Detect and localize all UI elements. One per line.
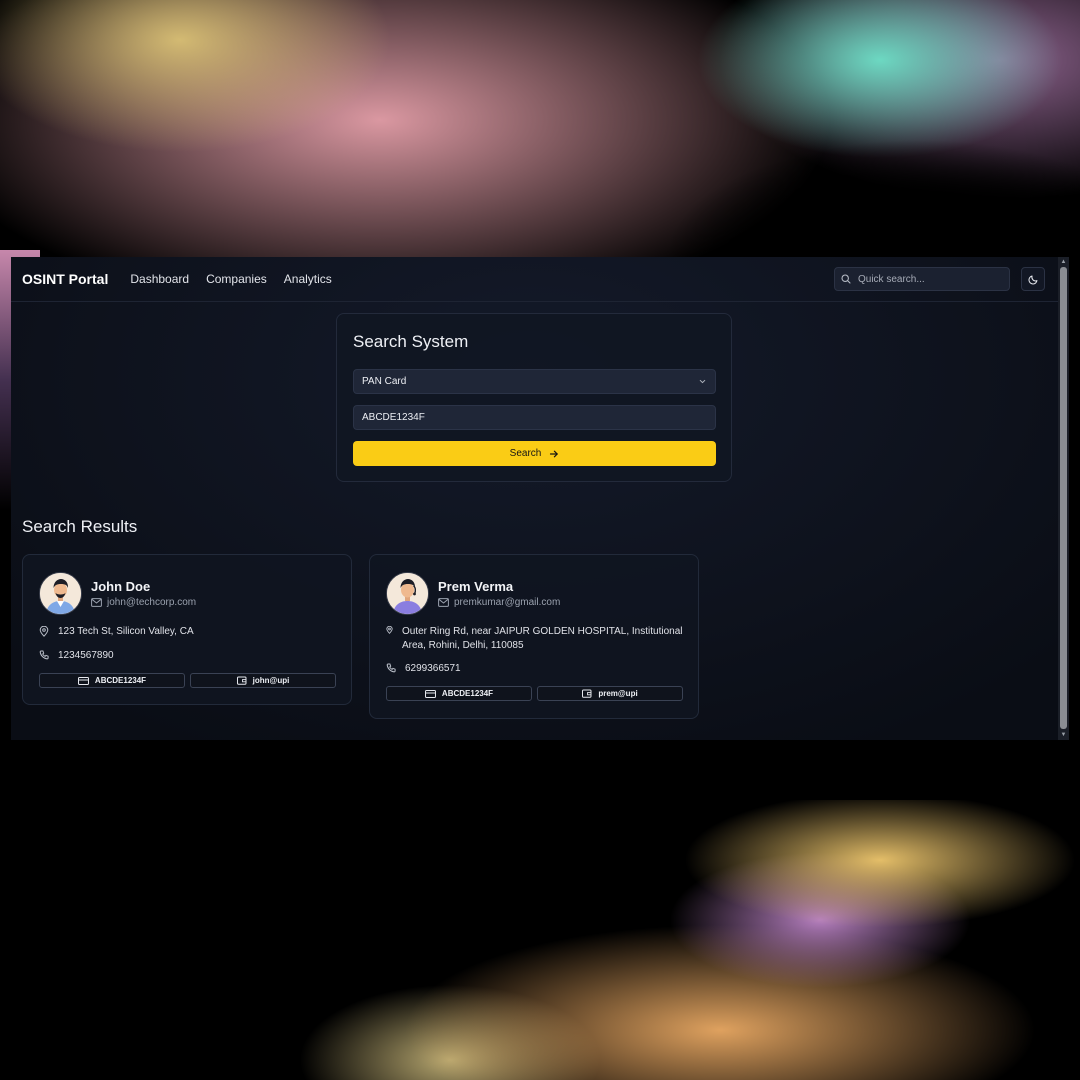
map-pin-icon xyxy=(386,626,393,634)
nav-companies[interactable]: Companies xyxy=(206,272,267,286)
person-address: 123 Tech St, Silicon Valley, CA xyxy=(58,626,194,637)
person-phone: 6299366571 xyxy=(405,663,461,674)
person-email[interactable]: john@techcorp.com xyxy=(107,597,196,608)
address-row: 123 Tech St, Silicon Valley, CA xyxy=(39,625,194,639)
theme-toggle-button[interactable] xyxy=(1021,267,1045,291)
email-row: premkumar@gmail.com xyxy=(438,597,560,608)
brand-logo[interactable]: OSINT Portal xyxy=(22,271,108,287)
search-icon xyxy=(841,274,851,284)
person-email[interactable]: premkumar@gmail.com xyxy=(454,597,560,608)
pan-chip[interactable]: ABCDE1234F xyxy=(386,686,532,701)
scroll-down-icon[interactable]: ▼ xyxy=(1060,732,1067,738)
moon-icon xyxy=(1028,274,1039,285)
result-card: John Doe john@techcorp.com 123 Tech St, … xyxy=(22,554,352,705)
background-gradient-bottom xyxy=(300,800,1080,1080)
search-query-input[interactable] xyxy=(353,405,716,430)
map-pin-icon xyxy=(39,626,49,637)
phone-row: 1234567890 xyxy=(39,649,114,663)
search-panel-title: Search System xyxy=(353,332,469,351)
search-panel: Search System PAN Card Search xyxy=(336,313,732,482)
pan-value: ABCDE1234F xyxy=(94,676,147,685)
wallet-icon xyxy=(236,676,247,685)
nav-dashboard[interactable]: Dashboard xyxy=(130,272,189,286)
upi-value: john@upi xyxy=(252,676,290,685)
app-window: OSINT Portal Dashboard Companies Analyti… xyxy=(11,257,1058,740)
pan-value: ABCDE1234F xyxy=(441,689,494,698)
quick-search[interactable] xyxy=(834,267,1010,291)
credit-card-icon xyxy=(424,689,436,698)
pan-chip[interactable]: ABCDE1234F xyxy=(39,673,185,688)
person-name: Prem Verma xyxy=(438,579,514,594)
background-gradient-top xyxy=(0,0,1080,380)
search-type-value: PAN Card xyxy=(362,376,407,387)
wallet-icon xyxy=(582,689,592,698)
upi-value: prem@upi xyxy=(598,689,638,698)
person-address: Outer Ring Rd, near JAIPUR GOLDEN HOSPIT… xyxy=(402,626,683,651)
results-title: Search Results xyxy=(22,517,138,536)
chevron-down-icon xyxy=(698,377,707,386)
credit-card-icon xyxy=(77,676,89,685)
search-button-label: Search xyxy=(509,448,542,459)
phone-icon xyxy=(39,650,49,660)
address-row: Outer Ring Rd, near JAIPUR GOLDEN HOSPIT… xyxy=(386,625,686,653)
upi-chip[interactable]: prem@upi xyxy=(537,686,683,701)
mail-icon xyxy=(438,598,449,607)
navbar: OSINT Portal Dashboard Companies Analyti… xyxy=(11,257,1058,302)
scroll-thumb[interactable] xyxy=(1060,267,1067,729)
phone-icon xyxy=(386,663,396,673)
result-card: Prem Verma premkumar@gmail.com Outer Rin… xyxy=(369,554,699,719)
phone-row: 6299366571 xyxy=(386,662,461,676)
avatar xyxy=(39,572,82,615)
upi-chip[interactable]: john@upi xyxy=(190,673,336,688)
email-row: john@techcorp.com xyxy=(91,597,196,608)
search-type-select[interactable]: PAN Card xyxy=(353,369,716,394)
person-name: John Doe xyxy=(91,579,151,594)
nav-analytics[interactable]: Analytics xyxy=(284,272,332,286)
mail-icon xyxy=(91,598,102,607)
search-button[interactable]: Search xyxy=(353,441,716,466)
person-phone: 1234567890 xyxy=(58,650,114,661)
vertical-scrollbar[interactable]: ▲ ▼ xyxy=(1058,257,1069,740)
scroll-up-icon[interactable]: ▲ xyxy=(1060,259,1067,265)
avatar xyxy=(386,572,429,615)
arrow-right-icon xyxy=(549,449,559,459)
quick-search-input[interactable] xyxy=(856,272,1000,286)
